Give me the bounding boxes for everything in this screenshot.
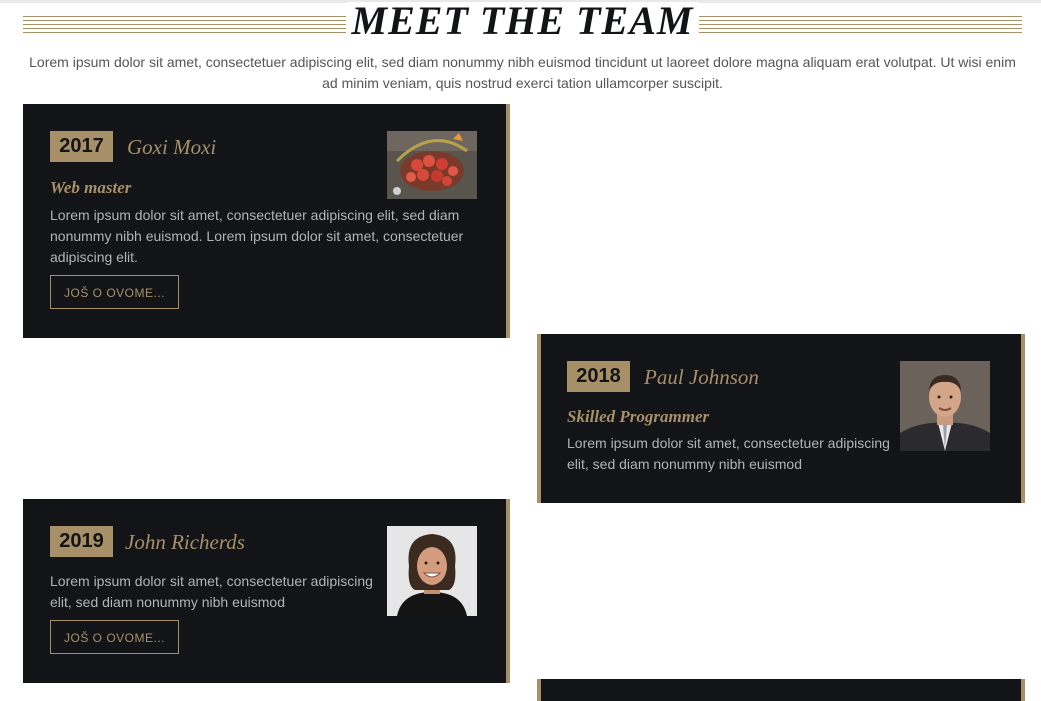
page-title: MEET THE TEAM: [345, 1, 700, 41]
member-role: Web master: [50, 178, 132, 197]
team-card: 2018 Paul Johnson Skilled Programmer Lor…: [537, 334, 1025, 503]
member-photo: [900, 361, 990, 451]
member-photo: [387, 526, 477, 616]
member-name: Goxi Moxi: [127, 135, 217, 159]
more-about-button[interactable]: JOŠ O OVOME...: [50, 620, 179, 654]
section-header: MEET THE TEAM: [23, 1, 1022, 44]
man-in-suit-portrait: [900, 361, 990, 451]
smiling-man-portrait: [387, 526, 477, 616]
intro-text: Lorem ipsum dolor sit amet, consectetuer…: [29, 54, 1016, 91]
year-badge: 2017: [50, 131, 113, 162]
member-name: Paul Johnson: [644, 365, 759, 389]
member-description: Lorem ipsum dolor sit amet, consectetuer…: [50, 207, 464, 265]
member-description: Lorem ipsum dolor sit amet, consectetuer…: [567, 435, 890, 472]
year-badge: 2018: [567, 361, 630, 392]
more-about-button[interactable]: JOŠ O OVOME...: [50, 275, 179, 309]
flower-basket-image: [387, 131, 477, 199]
member-name: John Richerds: [125, 530, 245, 554]
team-card: [537, 679, 1025, 701]
member-role: Skilled Programmer: [567, 407, 710, 426]
team-card: 2017 Goxi Moxi Web master Lorem ipsum do…: [23, 104, 510, 338]
member-description: Lorem ipsum dolor sit amet, consectetuer…: [50, 573, 373, 610]
year-badge: 2019: [50, 526, 113, 557]
team-card: 2019 John Richerds Lorem ipsum dolor sit…: [23, 499, 510, 683]
